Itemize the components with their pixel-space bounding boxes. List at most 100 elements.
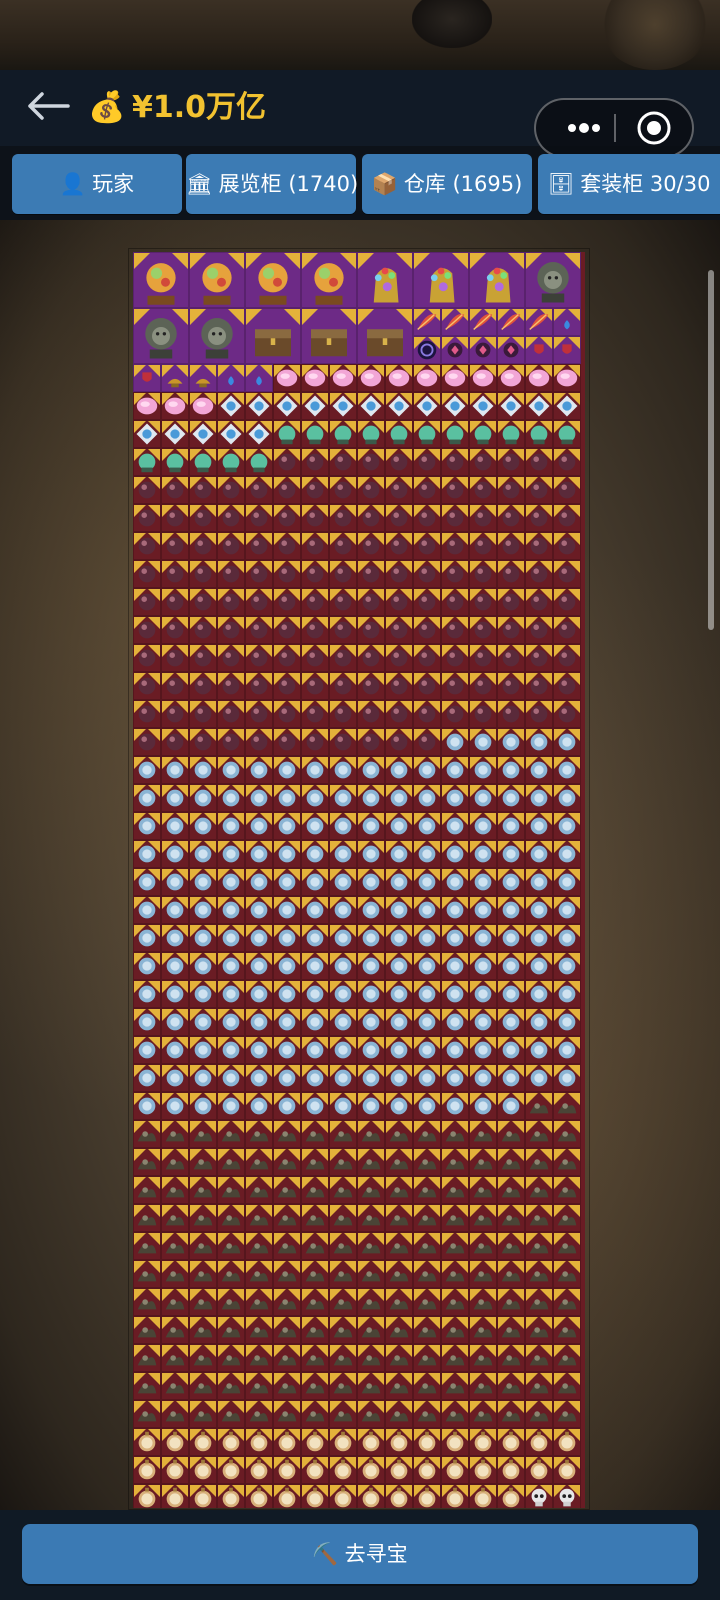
- grid-item-silver-disc[interactable]: [133, 1036, 161, 1064]
- grid-item-rock-pile[interactable]: [385, 1148, 413, 1176]
- grid-item-maroon-orb[interactable]: [497, 448, 525, 476]
- grid-item-silver-disc[interactable]: [301, 1064, 329, 1092]
- grid-item-rock-pile[interactable]: [301, 1316, 329, 1344]
- grid-item-silver-disc[interactable]: [357, 784, 385, 812]
- grid-item-silver-disc[interactable]: [357, 1092, 385, 1120]
- grid-item-silver-disc[interactable]: [329, 1092, 357, 1120]
- grid-item-silver-disc[interactable]: [161, 952, 189, 980]
- grid-item-maroon-orb[interactable]: [413, 728, 441, 756]
- grid-item-rock-pile[interactable]: [161, 1148, 189, 1176]
- grid-item-maroon-orb[interactable]: [385, 476, 413, 504]
- grid-item-silver-disc[interactable]: [161, 756, 189, 784]
- grid-item-blue-emblem[interactable]: [413, 392, 441, 420]
- grid-item-silver-disc[interactable]: [497, 924, 525, 952]
- grid-item-maroon-orb[interactable]: [469, 672, 497, 700]
- grid-item-rock-pile[interactable]: [273, 1260, 301, 1288]
- grid-item-rock-pile[interactable]: [273, 1288, 301, 1316]
- grid-item-rock-pile[interactable]: [161, 1120, 189, 1148]
- grid-item-maroon-orb[interactable]: [469, 476, 497, 504]
- grid-item-maroon-orb[interactable]: [497, 476, 525, 504]
- grid-item-silver-disc[interactable]: [525, 952, 553, 980]
- grid-item-silver-disc[interactable]: [273, 896, 301, 924]
- grid-item-infinity-gauntlet[interactable]: [469, 252, 525, 308]
- grid-item-rock-pile[interactable]: [497, 1316, 525, 1344]
- grid-item-silver-disc[interactable]: [245, 924, 273, 952]
- grid-item-rock-pile[interactable]: [525, 1260, 553, 1288]
- grid-item-rock-pile[interactable]: [217, 1344, 245, 1372]
- grid-item-rock-pile[interactable]: [441, 1344, 469, 1372]
- grid-item-maroon-orb[interactable]: [413, 588, 441, 616]
- grid-item-silver-disc[interactable]: [273, 784, 301, 812]
- grid-item-pink-gem[interactable]: [161, 392, 189, 420]
- grid-item-pocket-watch[interactable]: [469, 1428, 497, 1456]
- grid-item-maroon-orb[interactable]: [469, 560, 497, 588]
- grid-item-maroon-orb[interactable]: [217, 476, 245, 504]
- grid-item-silver-disc[interactable]: [553, 924, 581, 952]
- grid-item-maroon-orb[interactable]: [497, 560, 525, 588]
- grid-item-pink-gem[interactable]: [301, 364, 329, 392]
- grid-item-silver-disc[interactable]: [161, 980, 189, 1008]
- grid-item-silver-disc[interactable]: [469, 756, 497, 784]
- grid-item-rock-pile[interactable]: [189, 1316, 217, 1344]
- grid-item-silver-disc[interactable]: [273, 1036, 301, 1064]
- grid-item-maroon-orb[interactable]: [329, 728, 357, 756]
- grid-item-rock-pile[interactable]: [189, 1148, 217, 1176]
- grid-item-rock-pile[interactable]: [553, 1400, 581, 1428]
- grid-item-silver-disc[interactable]: [245, 896, 273, 924]
- tab-warehouse[interactable]: 📦 仓库 (1695): [362, 154, 532, 214]
- grid-item-rock-pile[interactable]: [301, 1204, 329, 1232]
- grid-item-pocket-watch[interactable]: [413, 1484, 441, 1508]
- grid-item-rock-pile[interactable]: [217, 1120, 245, 1148]
- grid-item-rock-pile[interactable]: [217, 1372, 245, 1400]
- grid-item-rock-pile[interactable]: [357, 1372, 385, 1400]
- grid-item-silver-disc[interactable]: [329, 840, 357, 868]
- grid-item-silver-disc[interactable]: [413, 812, 441, 840]
- grid-item-rock-pile[interactable]: [245, 1316, 273, 1344]
- grid-item-silver-disc[interactable]: [525, 896, 553, 924]
- grid-item-green-orb[interactable]: [217, 448, 245, 476]
- grid-item-maroon-orb[interactable]: [273, 532, 301, 560]
- grid-item-red-shield[interactable]: [133, 364, 161, 392]
- grid-item-silver-disc[interactable]: [301, 812, 329, 840]
- tab-showcase[interactable]: 🏛 展览柜 (1740): [186, 154, 358, 214]
- grid-item-maroon-orb[interactable]: [553, 672, 581, 700]
- grid-item-blue-emblem[interactable]: [133, 420, 161, 448]
- grid-item-silver-disc[interactable]: [273, 1008, 301, 1036]
- grid-item-maroon-orb[interactable]: [329, 700, 357, 728]
- grid-item-green-orb[interactable]: [441, 420, 469, 448]
- grid-item-silver-disc[interactable]: [189, 980, 217, 1008]
- grid-item-maroon-orb[interactable]: [133, 532, 161, 560]
- grid-item-rock-pile[interactable]: [525, 1400, 553, 1428]
- grid-item-rock-pile[interactable]: [469, 1148, 497, 1176]
- grid-item-rock-pile[interactable]: [413, 1260, 441, 1288]
- grid-item-maroon-orb[interactable]: [245, 728, 273, 756]
- grid-item-maroon-orb[interactable]: [133, 616, 161, 644]
- grid-item-green-orb[interactable]: [133, 448, 161, 476]
- grid-item-maroon-orb[interactable]: [441, 504, 469, 532]
- more-dots-icon[interactable]: [554, 100, 614, 156]
- grid-item-rock-pile[interactable]: [525, 1176, 553, 1204]
- grid-item-red-feather[interactable]: [525, 308, 553, 336]
- grid-item-silver-disc[interactable]: [469, 812, 497, 840]
- grid-item-maroon-orb[interactable]: [133, 644, 161, 672]
- grid-item-maroon-orb[interactable]: [357, 644, 385, 672]
- grid-item-silver-disc[interactable]: [245, 756, 273, 784]
- grid-item-rock-pile[interactable]: [469, 1260, 497, 1288]
- grid-item-rock-pile[interactable]: [469, 1316, 497, 1344]
- grid-item-maroon-orb[interactable]: [245, 616, 273, 644]
- grid-item-blue-emblem[interactable]: [217, 392, 245, 420]
- grid-item-silver-disc[interactable]: [217, 812, 245, 840]
- grid-item-silver-disc[interactable]: [329, 896, 357, 924]
- grid-item-blue-emblem[interactable]: [441, 392, 469, 420]
- tab-set-cabinet[interactable]: 🗄 套装柜 30/30: [538, 154, 720, 214]
- grid-item-rock-pile[interactable]: [133, 1288, 161, 1316]
- grid-item-maroon-orb[interactable]: [497, 700, 525, 728]
- grid-item-silver-disc[interactable]: [441, 1064, 469, 1092]
- grid-item-pocket-watch[interactable]: [497, 1456, 525, 1484]
- grid-item-pocket-watch[interactable]: [273, 1484, 301, 1508]
- grid-item-maroon-orb[interactable]: [357, 616, 385, 644]
- grid-item-rock-pile[interactable]: [133, 1204, 161, 1232]
- scrollbar[interactable]: [708, 270, 714, 630]
- grid-item-maroon-orb[interactable]: [133, 476, 161, 504]
- grid-item-maroon-orb[interactable]: [245, 504, 273, 532]
